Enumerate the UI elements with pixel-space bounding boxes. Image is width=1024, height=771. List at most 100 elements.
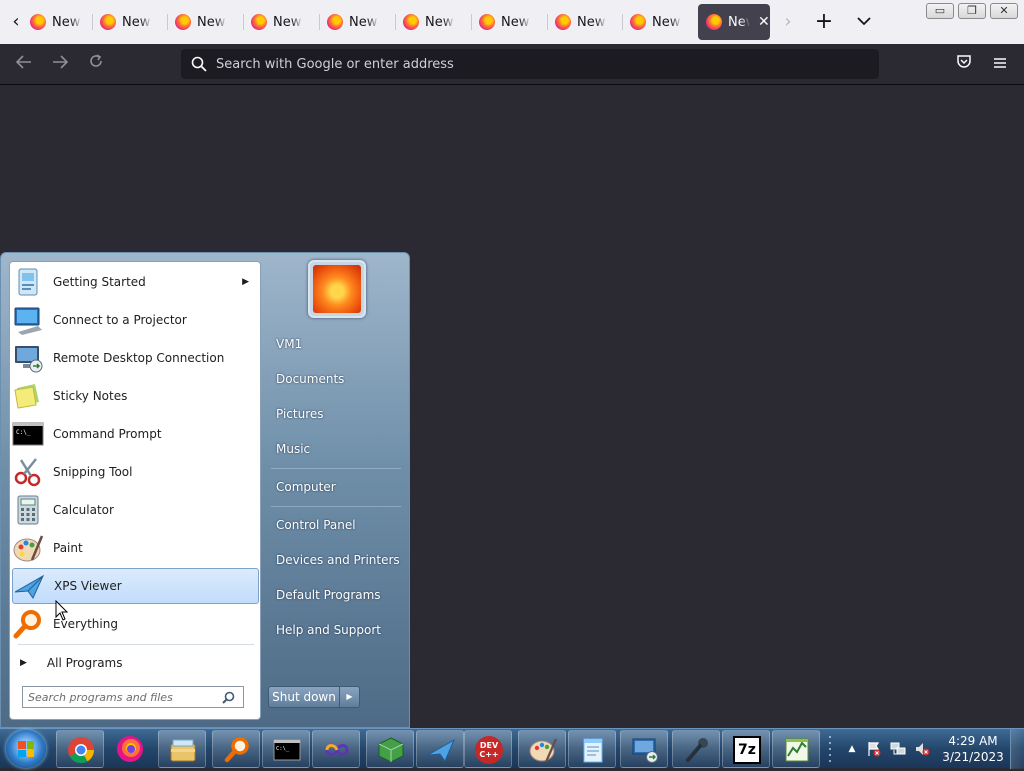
svg-text:C:\_: C:\_ — [16, 429, 31, 436]
firefox-icon — [327, 14, 343, 30]
firefox-icon — [403, 14, 419, 30]
taskbar: C:\_ DEV C++ 7z ▲ 4:29 AM 3/21/2023 — [0, 728, 1024, 769]
start-link-help-and-support[interactable]: Help and Support — [276, 623, 381, 637]
tab[interactable]: New Tab — [22, 4, 94, 40]
start-menu: Getting Started ▶ Connect to a Projector… — [0, 252, 410, 728]
start-link-user-folder[interactable]: VM1 — [276, 337, 302, 351]
tab-active[interactable]: New Tab ✕ — [698, 4, 770, 40]
start-link-default-programs[interactable]: Default Programs — [276, 588, 381, 602]
shutdown-options-button[interactable]: ▶ — [340, 686, 360, 708]
taskbar-everything-search[interactable] — [212, 730, 260, 768]
tab[interactable]: New Tab — [319, 4, 391, 40]
list-all-tabs-button[interactable] — [852, 10, 876, 34]
remote-desktop-icon — [632, 738, 658, 763]
taskbar-chrome[interactable] — [56, 730, 104, 768]
tab[interactable]: New Tab — [92, 4, 164, 40]
firefox-icon — [630, 14, 646, 30]
start-link-devices-and-printers[interactable]: Devices and Printers — [276, 553, 400, 567]
back-button[interactable] — [12, 52, 36, 76]
start-link-pictures[interactable]: Pictures — [276, 407, 324, 421]
tab-strip: ‹ New Tab New Tab New Tab New Tab New Ta… — [0, 0, 1024, 44]
clock-time: 4:29 AM — [948, 734, 998, 748]
volume-muted-icon[interactable] — [914, 741, 930, 757]
pocket-button[interactable] — [952, 52, 976, 76]
program-paint[interactable]: Paint — [12, 530, 259, 566]
magnifier-icon — [12, 608, 44, 640]
action-center-flag-icon[interactable] — [866, 741, 882, 757]
program-getting-started[interactable]: Getting Started ▶ — [12, 264, 259, 300]
tab[interactable]: New Tab — [547, 4, 619, 40]
close-tab-icon[interactable]: ✕ — [758, 14, 770, 30]
shutdown-button[interactable]: Shut down — [268, 686, 340, 708]
taskbar-7zip[interactable]: 7z — [722, 730, 770, 768]
program-sticky-notes[interactable]: Sticky Notes — [12, 378, 259, 414]
start-link-documents[interactable]: Documents — [276, 372, 344, 386]
url-bar[interactable] — [181, 49, 879, 79]
firefox-icon — [30, 14, 46, 30]
show-desktop-button[interactable] — [1010, 729, 1024, 769]
taskbar-notepad[interactable] — [568, 730, 616, 768]
sticky-notes-icon — [12, 380, 44, 412]
start-search-input[interactable] — [28, 690, 218, 704]
taskbar-cube-app[interactable] — [366, 730, 414, 768]
taskbar-file-explorer[interactable] — [158, 730, 206, 768]
all-programs-button[interactable]: ▶ All Programs — [20, 652, 250, 674]
program-everything[interactable]: Everything — [12, 606, 259, 642]
system-clock[interactable]: 4:29 AM 3/21/2023 — [940, 733, 1006, 765]
taskbar-xps-viewer[interactable] — [416, 730, 464, 768]
cube-app-icon — [378, 737, 404, 763]
taskbar-paint[interactable] — [518, 730, 566, 768]
reload-button[interactable] — [84, 52, 108, 76]
program-command-prompt[interactable]: C:\_ Command Prompt — [12, 416, 259, 452]
chrome-icon — [68, 737, 95, 764]
tab[interactable]: New Tab — [395, 4, 467, 40]
scissors-icon — [12, 456, 44, 488]
program-xps-viewer[interactable]: XPS Viewer — [12, 568, 259, 604]
taskbar-command-prompt[interactable]: C:\_ — [262, 730, 310, 768]
app-menu-button[interactable] — [988, 52, 1012, 76]
flower-picture — [313, 265, 361, 313]
taskbar-overflow-handle[interactable] — [822, 731, 838, 767]
command-prompt-icon: C:\_ — [273, 739, 301, 761]
close-window-button[interactable]: ✕ — [990, 3, 1018, 19]
start-link-control-panel[interactable]: Control Panel — [276, 518, 356, 532]
start-search-box[interactable] — [22, 686, 244, 708]
taskbar-firefox[interactable] — [106, 730, 154, 768]
restore-window-button[interactable]: ❐ — [958, 3, 986, 19]
program-snipping-tool[interactable]: Snipping Tool — [12, 454, 259, 490]
reload-icon — [90, 54, 102, 67]
tab[interactable]: New Tab — [622, 4, 694, 40]
minimize-window-button[interactable]: ▭ — [926, 3, 954, 19]
start-button[interactable] — [6, 730, 46, 768]
url-input[interactable] — [216, 56, 816, 72]
submenu-arrow-icon: ▶ — [242, 277, 249, 287]
program-connect-to-projector[interactable]: Connect to a Projector — [12, 302, 259, 338]
notepad-icon — [583, 738, 603, 763]
tab[interactable]: New Tab — [167, 4, 239, 40]
7zip-icon: 7z — [733, 736, 761, 764]
scroll-tabs-right-button[interactable]: › — [776, 10, 800, 34]
taskbar-dev-cpp[interactable]: DEV C++ — [464, 730, 512, 768]
search-icon[interactable] — [222, 691, 235, 704]
paint-icon — [529, 738, 557, 763]
command-prompt-icon: C:\_ — [12, 418, 44, 450]
show-hidden-icons-button[interactable]: ▲ — [844, 741, 860, 757]
taskbar-remote-desktop[interactable] — [620, 730, 668, 768]
program-remote-desktop-connection[interactable]: Remote Desktop Connection — [12, 340, 259, 376]
taskbar-monitor-app[interactable] — [772, 730, 820, 768]
taskbar-infinity-app[interactable] — [312, 730, 360, 768]
user-account-picture[interactable] — [308, 260, 366, 318]
taskbar-microphone[interactable] — [672, 730, 720, 768]
new-tab-button[interactable]: + — [812, 10, 836, 34]
program-calculator[interactable]: Calculator — [12, 492, 259, 528]
forward-button[interactable] — [48, 52, 72, 76]
start-link-music[interactable]: Music — [276, 442, 310, 456]
start-link-computer[interactable]: Computer — [276, 480, 336, 494]
network-icon[interactable] — [890, 741, 906, 757]
calculator-icon — [12, 494, 44, 526]
caret-right-icon: ▶ — [20, 658, 27, 668]
tab[interactable]: New Tab — [471, 4, 543, 40]
hamburger-menu-icon — [994, 58, 1006, 68]
clock-date: 3/21/2023 — [942, 750, 1004, 764]
tab[interactable]: New Tab — [243, 4, 315, 40]
